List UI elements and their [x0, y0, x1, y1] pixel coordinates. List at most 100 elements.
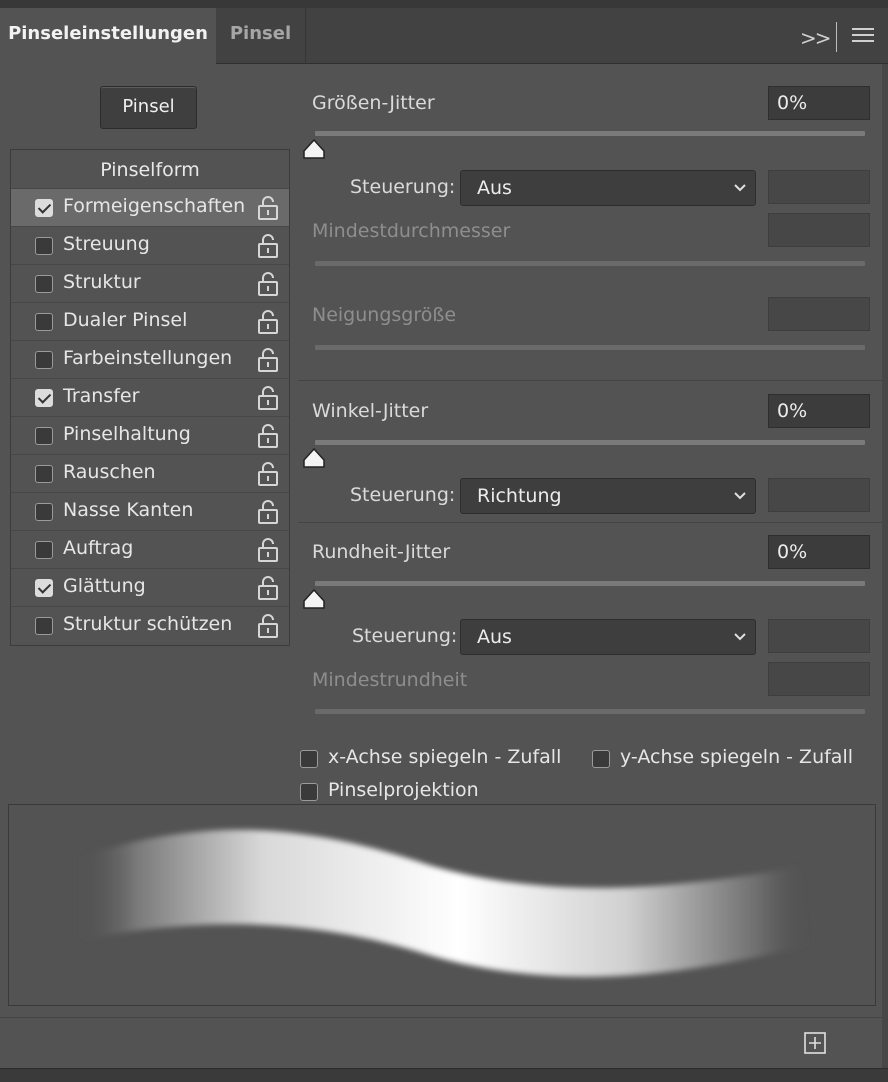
list-item-struktur-schuetzen[interactable]: Struktur schützen: [11, 606, 289, 644]
list-item-struktur[interactable]: Struktur: [11, 264, 289, 302]
unlock-icon[interactable]: [257, 423, 279, 449]
size-control-label: Steuerung:: [350, 176, 456, 198]
roundness-control-label: Steuerung:: [352, 625, 458, 647]
select-value: Aus: [477, 626, 512, 648]
checkbox-formeigenschaften[interactable]: [35, 199, 53, 217]
list-item-glaettung[interactable]: Glättung: [11, 568, 289, 606]
list-item-label: Glättung: [63, 575, 146, 597]
size-jitter-slider[interactable]: [315, 131, 865, 136]
unlock-icon[interactable]: [257, 347, 279, 373]
min-diameter-input[interactable]: [768, 213, 870, 247]
brush-projection-label: Pinselprojektion: [328, 779, 479, 801]
slider-thumb-icon[interactable]: [303, 448, 325, 468]
create-new-brush-icon[interactable]: [804, 1032, 826, 1054]
tilt-scale-label: Neigungsgröße: [312, 304, 457, 326]
checkbox-transfer[interactable]: [35, 389, 53, 407]
checkbox-struktur-schuetzen[interactable]: [35, 617, 53, 635]
list-item-streuung[interactable]: Streuung: [11, 226, 289, 264]
min-roundness-slider[interactable]: [315, 709, 865, 714]
select-value: Aus: [477, 177, 512, 199]
unlock-icon[interactable]: [257, 499, 279, 525]
chevron-down-icon: [734, 492, 746, 500]
checkbox-nasse-kanten[interactable]: [35, 503, 53, 521]
brush-presets-button[interactable]: Pinsel: [100, 86, 197, 129]
list-item-farbeinstellungen[interactable]: Farbeinstellungen: [11, 340, 289, 378]
checkbox-struktur[interactable]: [35, 275, 53, 293]
angle-control-select[interactable]: Richtung: [460, 478, 756, 514]
list-item-transfer[interactable]: Transfer: [11, 378, 289, 416]
checkbox-farbeinstellungen[interactable]: [35, 351, 53, 369]
select-value: Richtung: [477, 485, 562, 507]
flip-x-label: x-Achse spiegeln - Zufall: [328, 746, 562, 768]
brush-tip-shape-header[interactable]: Pinselform: [11, 150, 289, 188]
flip-x-checkbox[interactable]: [300, 750, 318, 768]
roundness-control-fade-input[interactable]: [768, 619, 870, 653]
angle-control-fade-input[interactable]: [768, 478, 870, 512]
list-item-pinselhaltung[interactable]: Pinselhaltung: [11, 416, 289, 454]
unlock-icon[interactable]: [257, 575, 279, 601]
list-item-dualer-pinsel[interactable]: Dualer Pinsel: [11, 302, 289, 340]
list-item-label: Struktur: [63, 271, 141, 293]
tab-menu-separator: [836, 22, 837, 52]
roundness-jitter-label: Rundheit-Jitter: [312, 541, 451, 563]
size-control-select[interactable]: Aus: [460, 170, 756, 206]
angle-jitter-slider[interactable]: [315, 440, 865, 445]
window-top-strip: [0, 0, 888, 8]
size-control-fade-input[interactable]: [768, 170, 870, 204]
roundness-jitter-input[interactable]: 0%: [768, 535, 870, 569]
tab-pinsel[interactable]: Pinsel: [216, 8, 306, 64]
angle-jitter-label: Winkel-Jitter: [312, 400, 429, 422]
collapse-panel-icon[interactable]: >>: [800, 26, 831, 50]
unlock-icon[interactable]: [257, 613, 279, 639]
list-item-nasse-kanten[interactable]: Nasse Kanten: [11, 492, 289, 530]
panel-menu-icon[interactable]: [852, 28, 874, 46]
unlock-icon[interactable]: [257, 461, 279, 487]
slider-thumb-icon[interactable]: [303, 139, 325, 159]
unlock-icon[interactable]: [257, 195, 279, 221]
list-item-auftrag[interactable]: Auftrag: [11, 530, 289, 568]
list-item-label: Farbeinstellungen: [63, 347, 233, 369]
unlock-icon[interactable]: [257, 271, 279, 297]
flip-y-checkbox[interactable]: [592, 750, 610, 768]
brush-projection-checkbox[interactable]: [300, 783, 318, 801]
roundness-jitter-slider[interactable]: [315, 581, 865, 586]
list-item-label: Pinselhaltung: [63, 423, 191, 445]
list-item-label: Nasse Kanten: [63, 499, 194, 521]
slider-thumb-icon[interactable]: [303, 589, 325, 609]
list-item-rauschen[interactable]: Rauschen: [11, 454, 289, 492]
unlock-icon[interactable]: [257, 537, 279, 563]
section-divider: [298, 380, 882, 381]
section-divider: [298, 522, 882, 523]
tab-pinseleinstellungen[interactable]: Pinseleinstellungen: [0, 8, 216, 64]
roundness-control-select[interactable]: Aus: [460, 619, 756, 655]
unlock-icon[interactable]: [257, 309, 279, 335]
min-roundness-input[interactable]: [768, 662, 870, 696]
tilt-scale-slider[interactable]: [315, 345, 865, 350]
brush-stroke-shape: [79, 829, 809, 977]
tilt-scale-input[interactable]: [768, 297, 870, 331]
list-item-formeigenschaften[interactable]: Formeigenschaften: [11, 188, 289, 226]
size-jitter-input[interactable]: 0%: [768, 86, 870, 120]
angle-control-label: Steuerung:: [350, 484, 456, 506]
angle-jitter-input[interactable]: 0%: [768, 394, 870, 428]
checkbox-streuung[interactable]: [35, 237, 53, 255]
list-item-label: Formeigenschaften: [63, 195, 246, 217]
stroke-preview-image: [79, 829, 809, 977]
brush-stroke-preview: [8, 804, 876, 1006]
checkbox-pinselhaltung[interactable]: [35, 427, 53, 445]
unlock-icon[interactable]: [257, 233, 279, 259]
list-item-label: Dualer Pinsel: [63, 309, 188, 331]
panel-resize-grip[interactable]: [0, 1068, 888, 1082]
list-item-label: Rauschen: [63, 461, 156, 483]
chevron-down-icon: [734, 184, 746, 192]
checkbox-rauschen[interactable]: [35, 465, 53, 483]
checkbox-glaettung[interactable]: [35, 579, 53, 597]
list-item-label: Struktur schützen: [63, 613, 233, 635]
checkbox-dualer-pinsel[interactable]: [35, 313, 53, 331]
checkbox-auftrag[interactable]: [35, 541, 53, 559]
brush-settings-list: Pinselform Formeigenschaften Streuung St…: [10, 149, 290, 646]
flip-y-label: y-Achse spiegeln - Zufall: [620, 746, 854, 768]
unlock-icon[interactable]: [257, 385, 279, 411]
min-diameter-slider[interactable]: [315, 261, 865, 266]
list-item-label: Auftrag: [63, 537, 134, 559]
